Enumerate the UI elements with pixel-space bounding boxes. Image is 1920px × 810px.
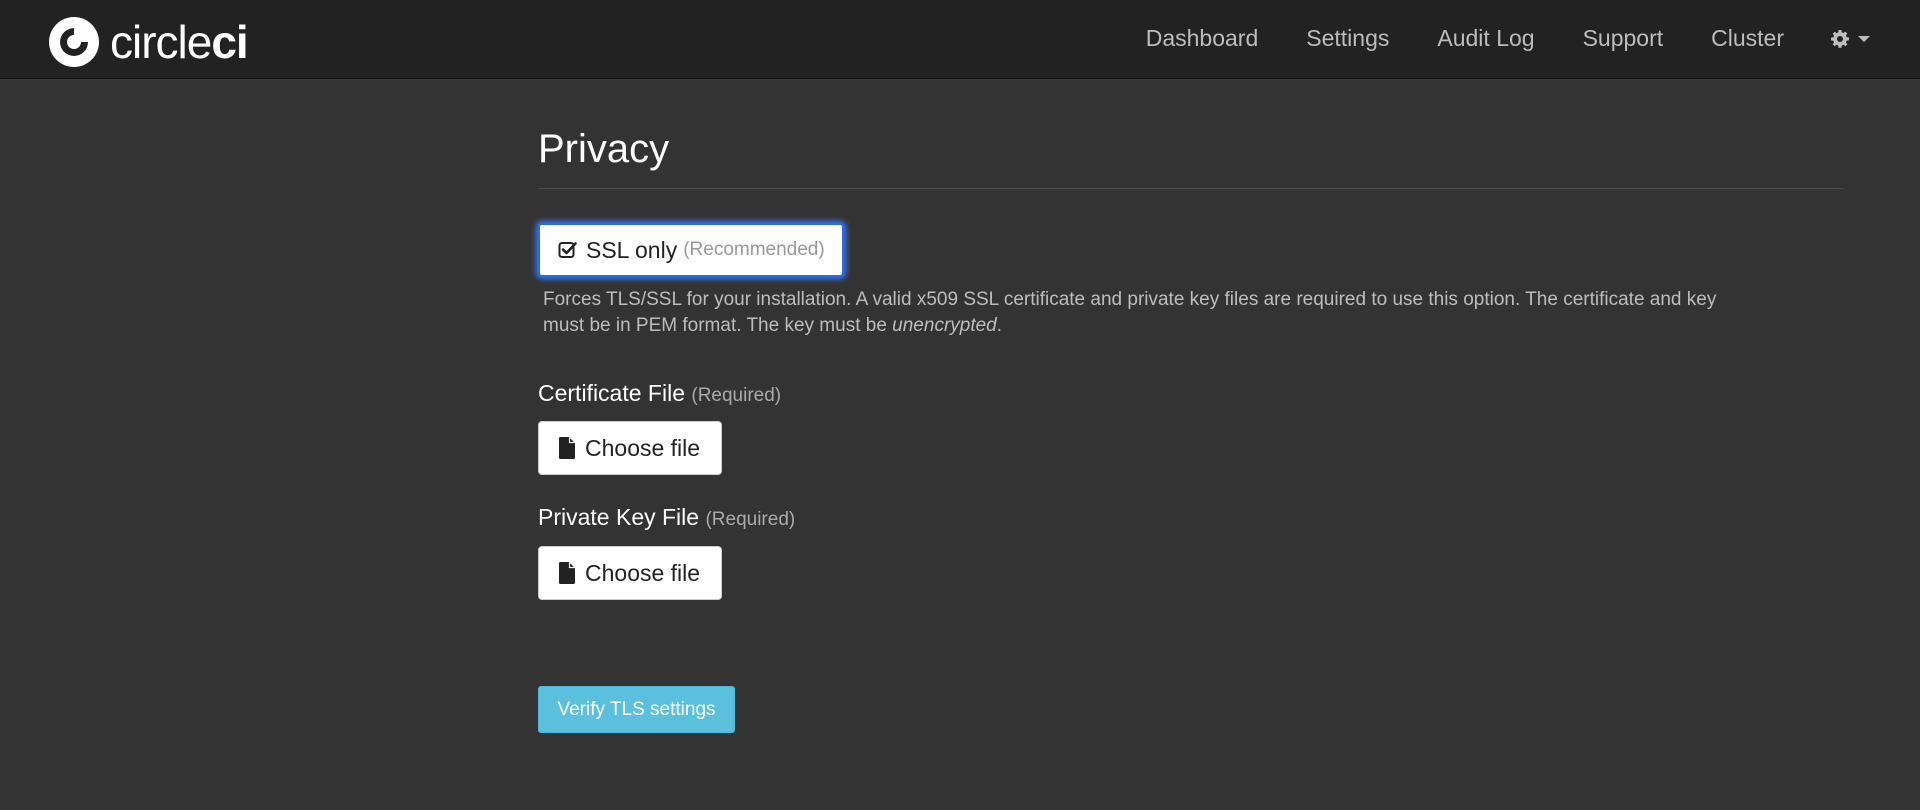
choose-file-label: Choose file: [585, 434, 701, 461]
private-key-file-label: Private Key File (Required): [538, 504, 796, 530]
title-divider: [538, 188, 1844, 189]
nav-settings[interactable]: Settings: [1306, 0, 1389, 77]
nav-cluster[interactable]: Cluster: [1711, 0, 1784, 77]
page-title: Privacy: [538, 127, 670, 171]
circleci-logo[interactable]: circleci: [48, 16, 249, 68]
checkbox-checked-icon: [558, 242, 577, 258]
top-navbar: circleci Dashboard Settings Audit Log Su…: [0, 0, 1920, 79]
nav-support[interactable]: Support: [1583, 0, 1664, 77]
ssl-only-toggle-button[interactable]: SSL only (Recommended): [538, 223, 844, 277]
nav-dashboard[interactable]: Dashboard: [1146, 0, 1259, 77]
gear-icon: [1831, 29, 1849, 48]
file-icon: [559, 437, 575, 459]
private-key-choose-file-button[interactable]: Choose file: [538, 546, 722, 600]
ssl-description: Forces TLS/SSL for your installation. A …: [543, 289, 1717, 336]
verify-tls-settings-button[interactable]: Verify TLS settings: [538, 686, 735, 733]
logo-text: circleci: [110, 16, 249, 68]
required-hint: (Required): [691, 385, 782, 406]
recommended-hint: (Recommended): [683, 239, 825, 260]
file-icon: [559, 562, 575, 584]
certificate-file-label: Certificate File (Required): [538, 380, 782, 406]
nav-audit-log[interactable]: Audit Log: [1437, 0, 1534, 77]
choose-file-label: Choose file: [585, 559, 701, 586]
caret-down-icon: [1858, 35, 1870, 42]
certificate-choose-file-button[interactable]: Choose file: [538, 421, 722, 475]
ssl-only-label: SSL only: [586, 236, 678, 263]
circleci-logo-icon: [49, 17, 99, 67]
main-nav: Dashboard Settings Audit Log Support Clu…: [1098, 0, 1870, 77]
settings-dropdown[interactable]: [1830, 29, 1870, 49]
required-hint: (Required): [705, 509, 796, 530]
